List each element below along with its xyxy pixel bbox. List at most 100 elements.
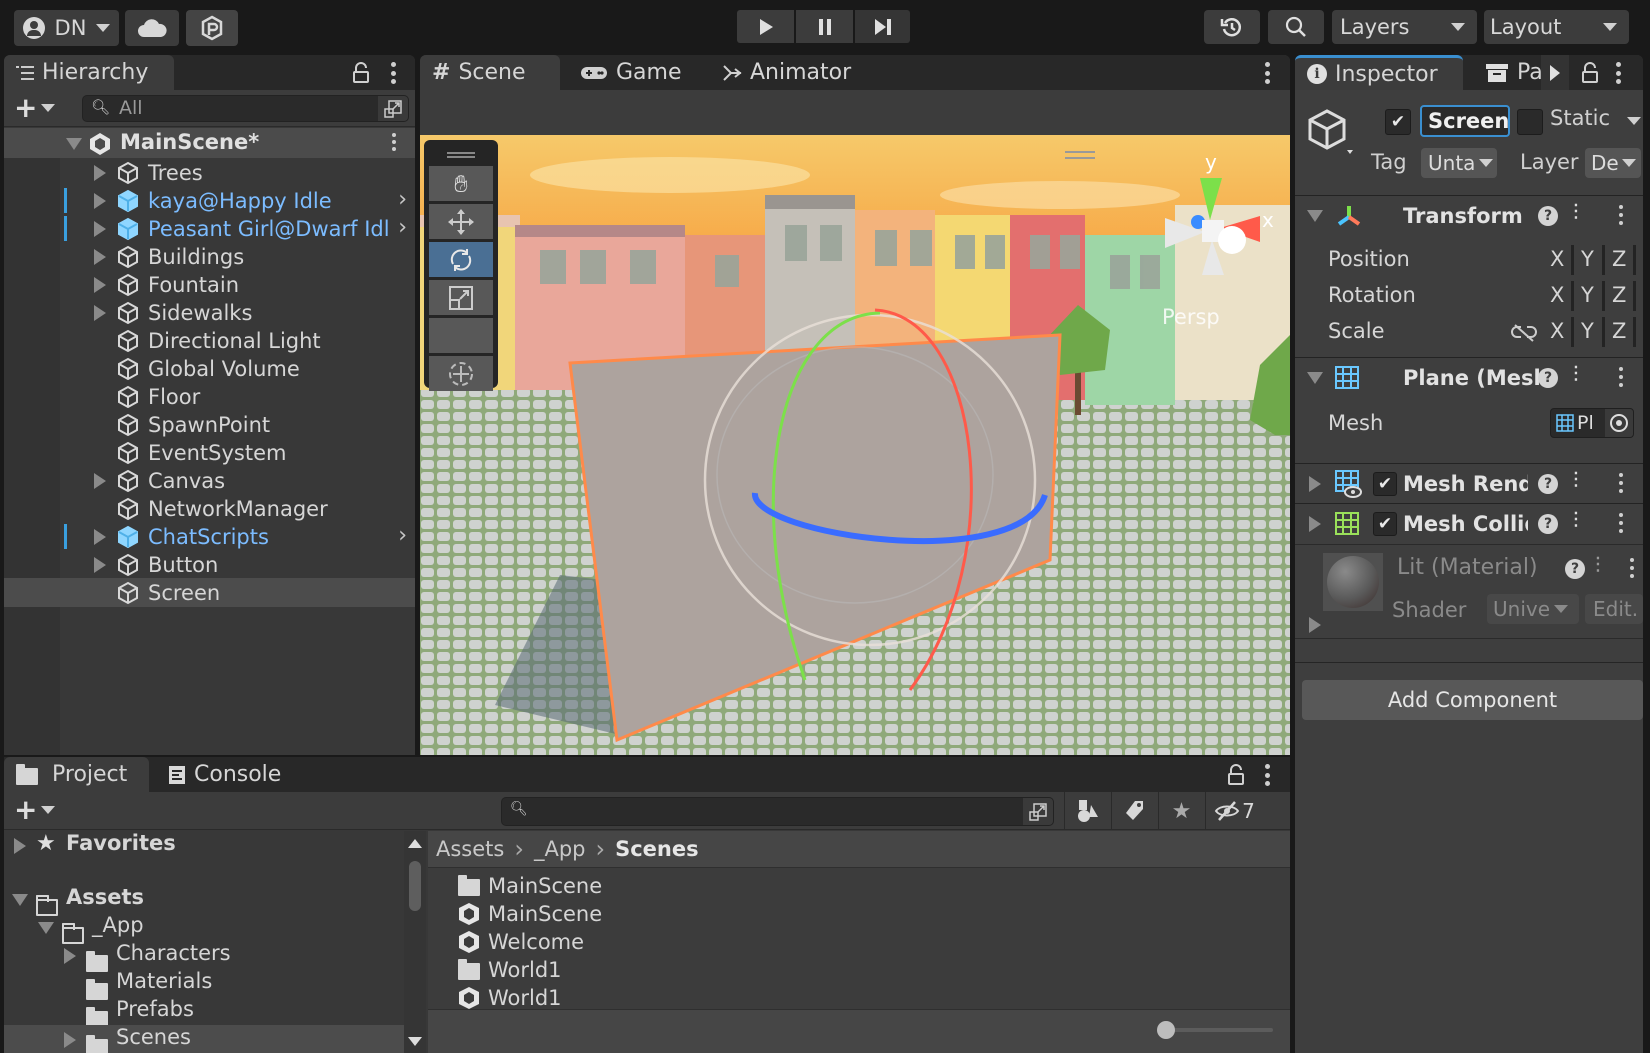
file-item[interactable]: Welcome: [458, 927, 584, 956]
gameobject-cube-icon[interactable]: [1307, 108, 1357, 158]
tree-scrollbar[interactable]: [404, 831, 426, 1053]
breadcrumb-item[interactable]: _App: [534, 837, 586, 861]
expand-arrow-icon[interactable]: [94, 221, 106, 237]
icon-size-slider[interactable]: [1157, 1021, 1273, 1039]
hierarchy-item[interactable]: Directional Light: [4, 326, 415, 355]
collapse-arrow-icon[interactable]: [1307, 372, 1323, 384]
scroll-thumb[interactable]: [409, 861, 421, 911]
overlay-grip[interactable]: [429, 144, 493, 166]
collapse-arrow-icon[interactable]: [12, 894, 28, 906]
version-control-button[interactable]: [186, 10, 238, 46]
expand-arrow-icon[interactable]: [1309, 617, 1321, 633]
hierarchy-item[interactable]: Floor: [4, 382, 415, 411]
axis-field-x[interactable]: [1571, 281, 1574, 311]
tab-console[interactable]: Console: [156, 757, 306, 792]
axis-field-x[interactable]: [1571, 245, 1574, 275]
lock-icon[interactable]: [352, 62, 370, 84]
constrain-proportions-icon[interactable]: [1511, 323, 1537, 343]
material-preview[interactable]: [1323, 553, 1383, 611]
projection-label[interactable]: Persp: [1162, 305, 1220, 329]
chevron-right-icon[interactable]: ›: [398, 187, 407, 212]
pause-button[interactable]: [796, 10, 853, 43]
expand-arrow-icon[interactable]: [1309, 476, 1321, 492]
tab-scene[interactable]: # Scene: [420, 55, 560, 90]
tab-project[interactable]: Project: [4, 757, 149, 792]
tab-hierarchy[interactable]: Hierarchy: [4, 55, 174, 90]
step-button[interactable]: [855, 10, 910, 43]
chevron-right-icon[interactable]: ›: [398, 523, 407, 548]
presets-icon[interactable]: ⫶: [1573, 509, 1579, 534]
search-expand-icon[interactable]: [1023, 798, 1053, 825]
axis-field-y[interactable]: [1602, 317, 1605, 347]
favorites-filter-button[interactable]: ★: [1158, 792, 1204, 830]
more-options-icon[interactable]: [390, 62, 396, 84]
mesh-collider-header[interactable]: ✔ Mesh Collid ? ⫶: [1295, 503, 1643, 543]
hierarchy-item[interactable]: Trees: [4, 158, 415, 187]
mesh-collider-enabled-checkbox[interactable]: ✔: [1373, 512, 1397, 536]
transform-tool-button[interactable]: [429, 356, 493, 391]
project-tree-item[interactable]: Prefabs: [4, 997, 404, 1028]
search-by-type-button[interactable]: [1064, 792, 1110, 830]
axis-field-y[interactable]: [1602, 281, 1605, 311]
scene-viewport[interactable]: y x Persp ✋︎: [420, 135, 1290, 755]
hierarchy-item[interactable]: Global Volume: [4, 354, 415, 383]
expand-arrow-icon[interactable]: [1309, 516, 1321, 532]
cloud-button[interactable]: [125, 10, 179, 46]
tab-overflow-button[interactable]: [1541, 55, 1569, 90]
axis-field-y[interactable]: [1602, 245, 1605, 275]
hierarchy-item[interactable]: Buildings: [4, 242, 415, 271]
file-item[interactable]: MainScene: [458, 871, 602, 900]
undo-history-button[interactable]: [1204, 10, 1260, 44]
expand-arrow-icon[interactable]: [94, 529, 106, 545]
slider-thumb[interactable]: [1157, 1021, 1175, 1039]
file-item[interactable]: MainScene: [458, 899, 602, 928]
mesh-filter-header[interactable]: Plane (Mesl ? ⫶: [1295, 357, 1643, 397]
scroll-up-icon[interactable]: [408, 839, 422, 848]
presets-icon[interactable]: ⫶: [1595, 554, 1601, 579]
transform-header[interactable]: Transform ? ⫶: [1295, 195, 1643, 235]
static-dropdown-icon[interactable]: [1627, 117, 1641, 125]
create-asset-button[interactable]: +: [14, 796, 56, 824]
layout-dropdown[interactable]: Layout: [1484, 10, 1629, 44]
expand-arrow-icon[interactable]: [66, 138, 82, 150]
project-tree-item[interactable]: Characters: [4, 941, 404, 972]
collapse-arrow-icon[interactable]: [1307, 210, 1323, 222]
expand-arrow-icon[interactable]: [94, 193, 106, 209]
object-picker-icon[interactable]: [1605, 409, 1633, 437]
account-button[interactable]: DN: [14, 10, 119, 46]
project-search-input[interactable]: 🔍︎: [501, 797, 1054, 826]
shader-dropdown[interactable]: Unive: [1487, 594, 1579, 624]
tab-inspector[interactable]: i Inspector: [1295, 55, 1463, 90]
mesh-object-field[interactable]: Pl: [1550, 408, 1634, 438]
object-name-input[interactable]: Screen: [1420, 105, 1510, 137]
search-button[interactable]: [1268, 10, 1324, 44]
orientation-gizmo[interactable]: y x: [1160, 150, 1280, 280]
file-item[interactable]: World1: [458, 955, 562, 984]
scene-more-options-icon[interactable]: [391, 133, 397, 151]
tag-dropdown[interactable]: Unta: [1421, 148, 1497, 178]
hierarchy-item[interactable]: NetworkManager: [4, 494, 415, 523]
expand-arrow-icon[interactable]: [94, 305, 106, 321]
presets-icon[interactable]: ⫶: [1573, 201, 1579, 226]
help-icon[interactable]: ?: [1538, 514, 1558, 534]
create-button[interactable]: +: [14, 94, 56, 122]
component-menu-icon[interactable]: [1618, 205, 1624, 225]
rotate-tool-button[interactable]: [429, 242, 493, 277]
hierarchy-item[interactable]: ChatScripts ›: [4, 522, 415, 551]
project-tree-item[interactable]: Materials: [4, 969, 404, 1000]
hierarchy-item[interactable]: Sidewalks: [4, 298, 415, 327]
file-item[interactable]: World1: [458, 983, 562, 1012]
move-tool-button[interactable]: [429, 204, 493, 239]
component-menu-icon[interactable]: [1618, 513, 1624, 533]
hierarchy-item[interactable]: Canvas: [4, 466, 415, 495]
expand-arrow-icon[interactable]: [94, 165, 106, 181]
component-menu-icon[interactable]: [1618, 367, 1624, 387]
expand-arrow-icon[interactable]: [64, 1032, 76, 1048]
expand-arrow-icon[interactable]: [94, 557, 106, 573]
lock-icon[interactable]: [1227, 764, 1245, 786]
axis-field-z[interactable]: [1633, 317, 1636, 347]
hierarchy-item[interactable]: Screen: [4, 578, 415, 607]
hierarchy-item[interactable]: EventSystem: [4, 438, 415, 467]
scene-header-row[interactable]: MainScene*: [4, 128, 415, 158]
expand-arrow-icon[interactable]: [64, 948, 76, 964]
